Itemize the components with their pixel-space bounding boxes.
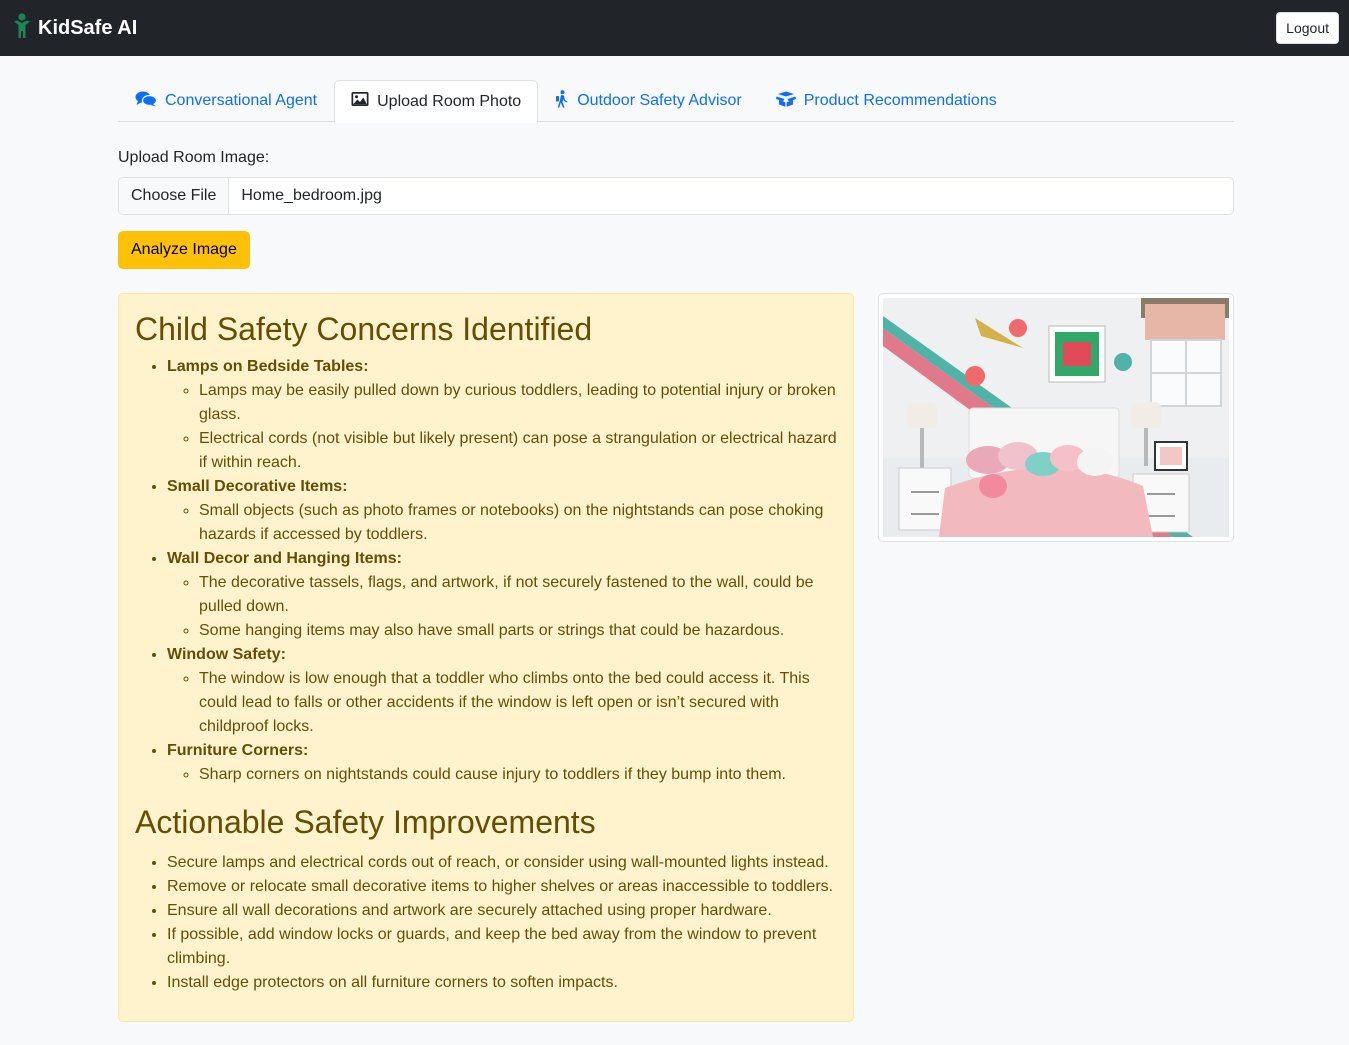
room-photo-card [878, 293, 1234, 542]
concern-details: Lamps may be easily pulled down by curio… [167, 379, 837, 475]
concern-title: Furniture Corners: [167, 742, 309, 759]
brand-title: KidSafe AI [38, 16, 138, 39]
brand[interactable]: KidSafe AI [12, 12, 138, 44]
concern-details: Sharp corners on nightstands could cause… [167, 763, 837, 787]
tab-label: Conversational Agent [165, 92, 318, 109]
improvements-heading: Actionable Safety Improvements [135, 804, 596, 840]
concern-title: Window Safety: [167, 646, 286, 663]
list-item: Lamps on Bedside Tables: Lamps may be ea… [167, 355, 837, 475]
list-item: Ensure all wall decorations and artwork … [167, 899, 837, 923]
hiking-icon [555, 89, 569, 113]
main-container: Conversational Agent Upload Room Photo O… [118, 56, 1234, 1022]
list-item: Small Decorative Items: Small objects (s… [167, 475, 837, 547]
concern-title: Wall Decor and Hanging Items: [167, 550, 402, 567]
room-photo [883, 298, 1229, 537]
concern-details: Small objects (such as photo frames or n… [167, 499, 837, 547]
tab-outdoor-safety-advisor[interactable]: Outdoor Safety Advisor [538, 80, 759, 122]
tab-bar: Conversational Agent Upload Room Photo O… [118, 80, 1234, 123]
list-item: Some hanging items may also have small p… [199, 619, 837, 643]
concern-title: Small Decorative Items: [167, 478, 348, 495]
safety-report: Child Safety Concerns Identified Lamps o… [118, 293, 854, 1022]
concern-title: Lamps on Bedside Tables: [167, 358, 369, 375]
list-item: If possible, add window locks or guards,… [167, 923, 837, 971]
concerns-heading: Child Safety Concerns Identified [135, 311, 593, 347]
results-area: Child Safety Concerns Identified Lamps o… [118, 293, 1234, 1022]
logout-button[interactable]: Logout [1276, 12, 1339, 44]
list-item: Secure lamps and electrical cords out of… [167, 851, 837, 875]
navbar: KidSafe AI Logout [0, 0, 1349, 56]
upload-label: Upload Room Image: [118, 149, 270, 166]
list-item: The window is low enough that a toddler … [199, 667, 837, 739]
file-name: Home_bedroom.jpg [241, 187, 382, 204]
concern-details: The decorative tassels, flags, and artwo… [167, 571, 837, 643]
list-item: Sharp corners on nightstands could cause… [199, 763, 837, 787]
tab-product-recommendations[interactable]: Product Recommendations [759, 80, 1014, 122]
analyze-image-button[interactable]: Analyze Image [118, 231, 250, 269]
tab-label: Outdoor Safety Advisor [577, 92, 742, 109]
list-item: Lamps may be easily pulled down by curio… [199, 379, 837, 427]
list-item: Remove or relocate small decorative item… [167, 875, 837, 899]
tab-label: Product Recommendations [803, 92, 997, 109]
list-item: Window Safety: The window is low enough … [167, 643, 837, 739]
child-icon [12, 12, 32, 44]
tab-label: Upload Room Photo [377, 92, 522, 110]
list-item: Small objects (such as photo frames or n… [199, 499, 837, 547]
comments-icon [135, 91, 158, 112]
choose-file-button[interactable]: Choose File [119, 178, 230, 214]
concerns-list: Lamps on Bedside Tables: Lamps may be ea… [135, 355, 837, 787]
concern-details: The window is low enough that a toddler … [167, 667, 837, 739]
list-item: Wall Decor and Hanging Items: The decora… [167, 547, 837, 643]
file-input[interactable]: Choose File Home_bedroom.jpg [118, 177, 1234, 215]
improvements-list: Secure lamps and electrical cords out of… [135, 851, 837, 995]
list-item: Install edge protectors on all furniture… [167, 971, 837, 995]
image-icon [351, 91, 369, 112]
list-item: Electrical cords (not visible but likely… [199, 427, 837, 475]
list-item: Furniture Corners: Sharp corners on nigh… [167, 739, 837, 787]
tab-upload-room-photo[interactable]: Upload Room Photo [334, 80, 539, 123]
list-item: The decorative tassels, flags, and artwo… [199, 571, 837, 619]
tab-conversational-agent[interactable]: Conversational Agent [118, 80, 334, 122]
box-icon [775, 91, 796, 112]
